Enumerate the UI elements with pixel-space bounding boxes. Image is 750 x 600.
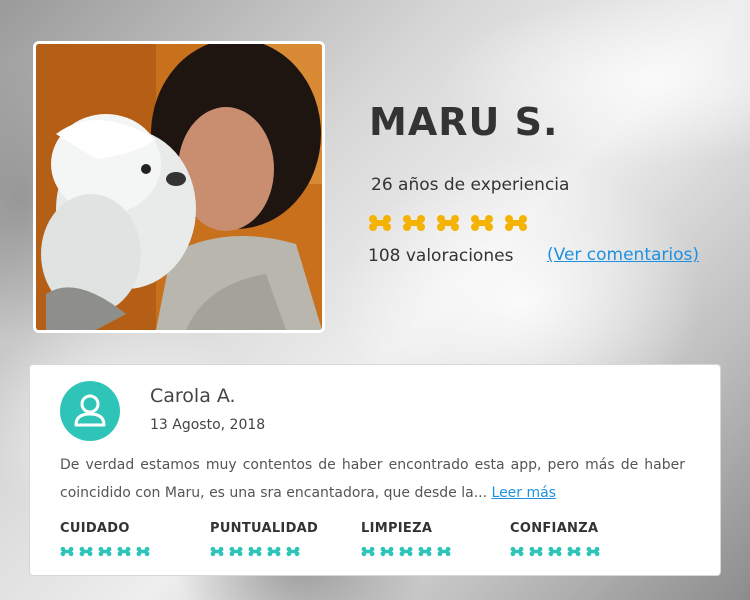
bone-icon <box>229 546 243 557</box>
bone-icon <box>403 215 425 231</box>
reviewer-name: Carola A. <box>150 385 236 407</box>
bone-icon <box>586 546 600 557</box>
criterion-cuidado: CUIDADO <box>60 521 150 557</box>
bone-icon <box>437 546 451 557</box>
bone-icon <box>267 546 281 557</box>
bone-icon <box>418 546 432 557</box>
bone-icon <box>60 546 74 557</box>
bone-icon <box>210 546 224 557</box>
criterion-confianza: CONFIANZA <box>510 521 600 557</box>
bone-icon <box>248 546 262 557</box>
criterion-rating <box>361 546 451 557</box>
bone-icon <box>286 546 300 557</box>
bone-icon <box>380 546 394 557</box>
caregiver-name: MARU S. <box>369 100 559 144</box>
bone-icon <box>98 546 112 557</box>
review-date: 13 Agosto, 2018 <box>150 417 266 433</box>
bone-icon <box>399 546 413 557</box>
profile-photo <box>33 41 325 333</box>
read-more-link[interactable]: Leer más <box>492 485 557 501</box>
criterion-rating <box>60 546 150 557</box>
bone-icon <box>529 546 543 557</box>
criterion-rating <box>510 546 600 557</box>
review-text: De verdad estamos muy contentos de haber… <box>60 451 685 507</box>
review-body: De verdad estamos muy contentos de haber… <box>60 457 685 501</box>
user-avatar-icon <box>60 381 120 441</box>
bone-icon <box>361 546 375 557</box>
bone-icon <box>567 546 581 557</box>
criterion-label: CONFIANZA <box>510 521 599 536</box>
criterion-label: PUNTUALIDAD <box>210 521 319 536</box>
bone-icon <box>548 546 562 557</box>
bone-icon <box>437 215 459 231</box>
bone-icon <box>79 546 93 557</box>
criterion-rating <box>210 546 318 557</box>
review-card: Carola A. 13 Agosto, 2018 De verdad esta… <box>29 364 721 576</box>
bone-icon <box>136 546 150 557</box>
bone-icon <box>510 546 524 557</box>
criterion-puntualidad: PUNTUALIDAD <box>210 521 318 557</box>
criterion-label: CUIDADO <box>60 521 130 536</box>
profile-rating <box>368 214 528 232</box>
bone-icon <box>117 546 131 557</box>
criterion-limpieza: LIMPIEZA <box>361 521 451 557</box>
criterion-label: LIMPIEZA <box>361 521 433 536</box>
bone-icon <box>471 215 493 231</box>
experience-text: 26 años de experiencia <box>371 175 570 195</box>
reviews-count: 108 valoraciones <box>368 246 514 266</box>
see-comments-link[interactable]: (Ver comentarios) <box>547 245 699 265</box>
bone-icon <box>369 215 391 231</box>
bone-icon <box>505 215 527 231</box>
